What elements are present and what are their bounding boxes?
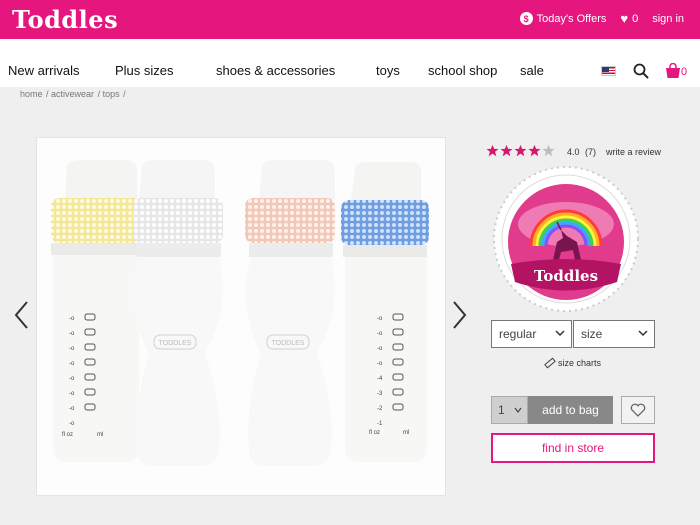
chevron-down-icon	[638, 330, 648, 337]
svg-text:-o: -o	[69, 406, 75, 412]
chevron-down-icon	[514, 407, 522, 413]
rating-count: (7)	[585, 147, 596, 157]
bottle-brand-label-1: TODDLES	[159, 340, 192, 347]
top-links: $ Today's Offers ♥ 0 sign in	[519, 12, 684, 25]
todays-offers-link[interactable]: $ Today's Offers	[519, 12, 607, 25]
nav-school-shop[interactable]: school shop	[428, 63, 497, 78]
breadcrumb: home / activewear / tops /	[20, 89, 126, 99]
nav-shoes-accessories[interactable]: shoes & accessories	[216, 63, 335, 78]
star-icon	[528, 144, 541, 157]
svg-text:-o: -o	[377, 346, 383, 352]
svg-text:-o: -o	[69, 361, 75, 367]
toddles-unicorn-badge: Toddles	[493, 166, 639, 312]
wishlist-heart-icon	[630, 403, 646, 417]
size-select[interactable]: size	[573, 320, 655, 348]
bottle-peach: TODDLES	[245, 160, 335, 466]
top-bar: Toddles $ Today's Offers ♥ 0 sign in	[0, 0, 700, 39]
star-icon	[514, 144, 527, 157]
size-charts-label: size charts	[558, 358, 602, 368]
wishlist-button[interactable]	[621, 396, 655, 424]
quantity-value: 1	[498, 403, 505, 417]
main-nav: New arrivals Plus sizes shoes & accessor…	[0, 39, 700, 87]
wishlist-link[interactable]: ♥ 0	[620, 12, 638, 25]
svg-text:ml: ml	[97, 432, 103, 438]
svg-text:-o: -o	[69, 376, 75, 382]
svg-text:-2: -2	[377, 406, 383, 412]
breadcrumb-tops[interactable]: tops	[103, 89, 120, 99]
sign-in-label: sign in	[652, 12, 684, 25]
star-icon	[486, 144, 499, 157]
nav-toys[interactable]: toys	[376, 63, 400, 78]
svg-text:-o: -o	[69, 421, 75, 427]
nav-sale[interactable]: sale	[520, 63, 544, 78]
svg-text:-o: -o	[69, 391, 75, 397]
wishlist-count: 0	[632, 12, 639, 25]
star-icon	[500, 144, 513, 157]
svg-text:-o: -o	[69, 331, 75, 337]
bottle-blue: -o -o -o -o -4 -3 -2 -1 fl oz ml	[341, 162, 429, 462]
chevron-down-icon	[555, 330, 565, 337]
svg-text:ml: ml	[403, 430, 409, 436]
svg-text:-o: -o	[377, 316, 383, 322]
bottle-brand-label-2: TODDLES	[272, 340, 305, 347]
add-to-bag-button[interactable]: add to bag	[528, 396, 613, 424]
bottle-white: TODDLES	[133, 160, 223, 466]
nav-new-arrivals[interactable]: New arrivals	[8, 63, 80, 78]
fit-select-value: regular	[499, 327, 537, 341]
todays-offers-label: Today's Offers	[536, 12, 607, 25]
heart-icon: ♥	[620, 11, 629, 26]
size-select-value: size	[581, 327, 603, 341]
svg-text:fl oz: fl oz	[369, 430, 380, 436]
size-charts-link[interactable]: size charts	[544, 357, 601, 369]
rating-stars[interactable]	[486, 144, 555, 157]
quantity-select[interactable]: 1	[491, 396, 528, 424]
ruler-icon	[544, 357, 556, 369]
svg-text:-o: -o	[377, 361, 383, 367]
svg-text:-o: -o	[377, 331, 383, 337]
breadcrumb-activewear[interactable]: activewear	[51, 89, 94, 99]
svg-text:-1: -1	[377, 421, 383, 427]
sign-in-link[interactable]: sign in	[652, 13, 684, 25]
nav-plus-sizes[interactable]: Plus sizes	[115, 63, 174, 78]
chevron-right-icon[interactable]	[450, 300, 468, 330]
svg-text:fl oz: fl oz	[62, 432, 73, 438]
badge-text: Toddles	[534, 267, 598, 285]
search-icon[interactable]	[633, 63, 649, 79]
bag-count: 0	[681, 66, 688, 78]
dollar-icon: $	[519, 12, 533, 25]
fit-select[interactable]: regular	[491, 320, 572, 348]
svg-text:-o: -o	[69, 316, 75, 322]
star-icon	[542, 144, 555, 157]
svg-text:-o: -o	[69, 346, 75, 352]
site-logo[interactable]: Toddles	[12, 5, 118, 34]
rating-value: 4.0	[567, 147, 580, 157]
shopping-bag-icon[interactable]	[665, 63, 681, 79]
find-in-store-button[interactable]: find in store	[491, 433, 655, 463]
write-review-link[interactable]: write a review	[606, 147, 661, 157]
product-image: -o -o -o -o -o -o -o -o fl oz ml TODDLES	[36, 137, 446, 496]
baby-bottles-illustration: -o -o -o -o -o -o -o -o fl oz ml TODDLES TODDL…	[51, 160, 429, 466]
flag-us-icon[interactable]	[601, 66, 616, 76]
svg-text:-3: -3	[377, 391, 383, 397]
bottle-yellow: -o -o -o -o -o -o -o -o fl oz ml	[51, 160, 141, 462]
breadcrumb-home[interactable]: home	[20, 89, 43, 99]
svg-text:-4: -4	[377, 376, 383, 382]
chevron-left-icon[interactable]	[13, 300, 31, 330]
